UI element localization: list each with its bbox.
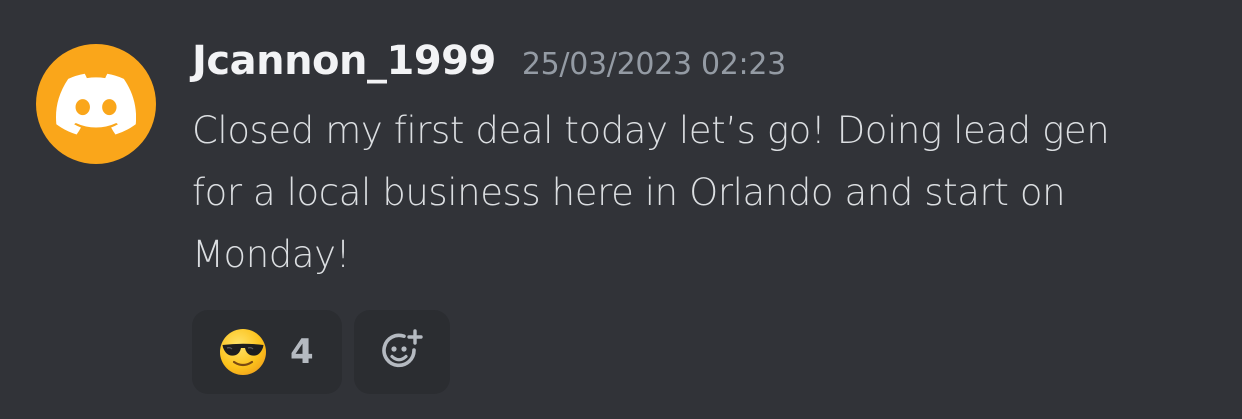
reaction-sunglasses[interactable]: 4 xyxy=(192,310,342,394)
message-header: Jcannon_1999 25/03/2023 02:23 xyxy=(192,38,786,84)
avatar[interactable] xyxy=(36,44,156,164)
discord-logo-icon xyxy=(56,73,136,135)
username[interactable]: Jcannon_1999 xyxy=(192,38,496,84)
timestamp: 25/03/2023 02:23 xyxy=(521,47,786,82)
smiling-face-with-sunglasses-icon xyxy=(218,327,268,377)
message-content: Closed my first deal today let’s go! Doi… xyxy=(192,109,1110,276)
reaction-count: 4 xyxy=(290,332,314,372)
chat-message: Jcannon_1999 25/03/2023 02:23 Closed my … xyxy=(0,0,1242,419)
reactions-bar: 4 xyxy=(192,310,450,394)
add-reaction-icon xyxy=(378,328,426,376)
add-reaction-button[interactable] xyxy=(354,310,450,394)
